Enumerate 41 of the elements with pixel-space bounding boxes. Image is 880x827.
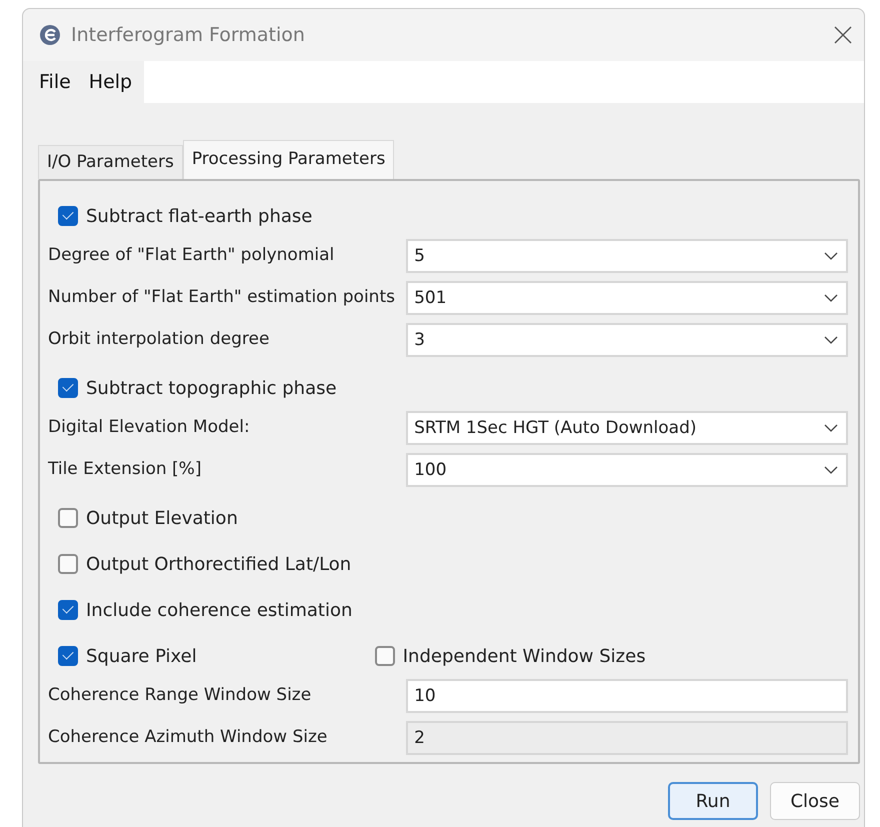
dropdown[interactable]: SRTM 1Sec HGT (Auto Download) <box>406 411 848 445</box>
field-label: Coherence Azimuth Window Size <box>48 726 328 747</box>
checkbox[interactable] <box>58 646 78 666</box>
chevron-icon <box>824 336 838 344</box>
checkbox-label: Square Pixel <box>86 646 197 666</box>
checkbox[interactable] <box>58 554 78 574</box>
checkbox-label: Subtract topographic phase <box>86 378 337 398</box>
checkbox-label: Subtract flat-earth phase <box>86 206 312 226</box>
dropdown[interactable]: 100 <box>406 453 848 487</box>
window-title: Interferogram Formation <box>71 24 306 46</box>
app-logo-icon <box>39 24 61 46</box>
checkbox[interactable] <box>58 600 78 620</box>
dropdown[interactable]: 5 <box>406 239 848 273</box>
menu-item[interactable]: Help <box>88 71 132 93</box>
chevron-icon <box>824 424 838 432</box>
checkbox[interactable] <box>58 206 78 226</box>
checkbox[interactable] <box>58 508 78 528</box>
tab[interactable]: Processing Parameters <box>182 140 394 179</box>
chevron-icon <box>824 294 838 302</box>
menu-item[interactable]: File <box>39 71 71 93</box>
checkbox[interactable] <box>58 378 78 398</box>
dropdown[interactable]: 501 <box>406 281 848 315</box>
dialog-button[interactable]: Close <box>770 782 860 820</box>
field-label: Orbit interpolation degree <box>48 328 270 349</box>
checkbox-label: Output Orthorectified Lat/Lon <box>86 554 352 574</box>
field-label: Digital Elevation Model: <box>48 416 251 437</box>
chevron-icon <box>824 252 838 260</box>
input-field[interactable]: 10 <box>406 679 848 713</box>
field-label: Coherence Range Window Size <box>48 684 312 705</box>
field-label: Tile Extension [%] <box>48 458 202 479</box>
tab[interactable]: I/O Parameters <box>38 145 183 179</box>
checkbox[interactable] <box>374 646 395 666</box>
field-label: Degree of "Flat Earth" polynomial <box>48 244 336 265</box>
field-label: Number of "Flat Earth" estimation points <box>48 286 396 307</box>
close-icon[interactable] <box>834 26 852 44</box>
dialog-button[interactable]: Run <box>668 782 758 820</box>
dropdown[interactable]: 3 <box>406 323 848 357</box>
checkbox-label: Include coherence estimation <box>86 600 352 620</box>
chevron-icon <box>824 466 838 474</box>
checkbox-label: Output Elevation <box>86 508 238 528</box>
checkbox-label: Independent Window Sizes <box>402 646 646 666</box>
